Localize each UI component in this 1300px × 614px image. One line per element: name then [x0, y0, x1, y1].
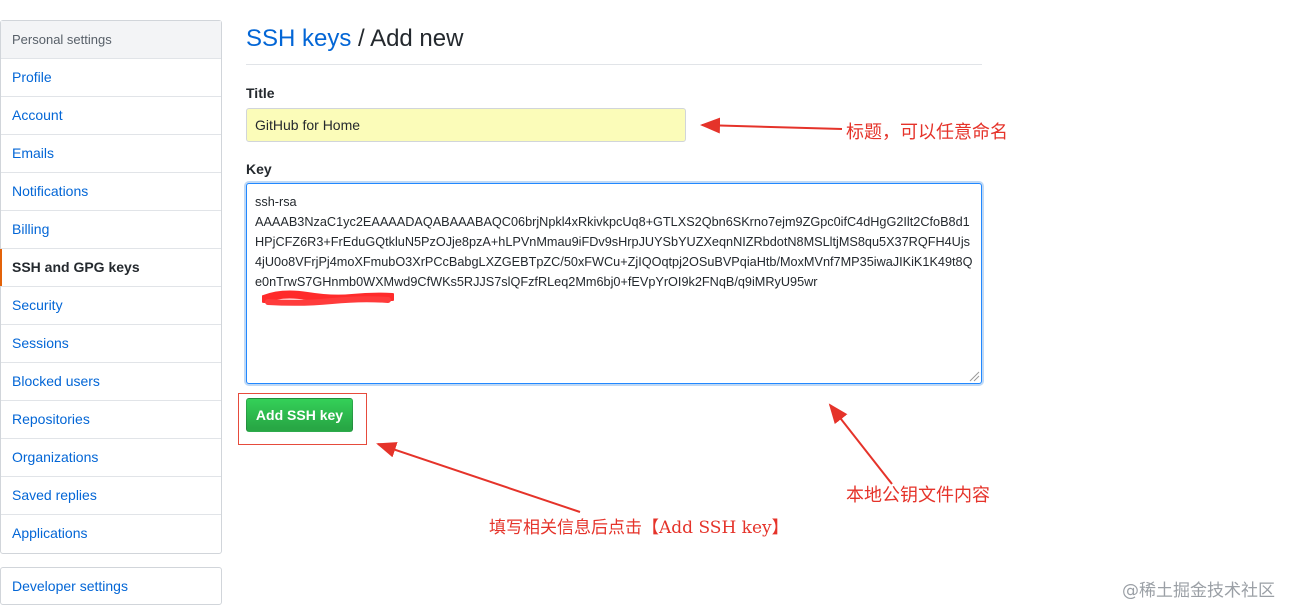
title-input[interactable]	[246, 108, 686, 142]
sidebar-header: Personal settings	[1, 21, 221, 59]
annotation-click-note: 填写相关信息后点击【Add SSH key】	[489, 518, 789, 538]
sidebar-item-account[interactable]: Account	[1, 97, 221, 135]
key-textarea[interactable]: ssh-rsa AAAAB3NzaC1yc2EAAAADAQABAAABAQC0…	[246, 183, 982, 384]
sidebar-item-notifications[interactable]: Notifications	[1, 173, 221, 211]
sidebar-item-developer-settings[interactable]: Developer settings	[1, 568, 221, 604]
sidebar-item-ssh-gpg-keys[interactable]: SSH and GPG keys	[0, 249, 221, 287]
title-divider	[246, 64, 982, 65]
annotation-key-note: 本地公钥文件内容	[846, 485, 990, 506]
sidebar-item-profile[interactable]: Profile	[1, 59, 221, 97]
resize-grip-icon[interactable]	[968, 370, 980, 382]
watermark: @稀土掘金技术社区	[1122, 581, 1275, 601]
title-arrow	[700, 117, 843, 134]
developer-settings-box: Developer settings	[0, 567, 222, 605]
settings-sidebar: Personal settings Profile Account Emails…	[0, 20, 222, 554]
sidebar-item-organizations[interactable]: Organizations	[1, 439, 221, 477]
sidebar-item-blocked-users[interactable]: Blocked users	[1, 363, 221, 401]
sidebar-item-billing[interactable]: Billing	[1, 211, 221, 249]
sidebar-item-sessions[interactable]: Sessions	[1, 325, 221, 363]
breadcrumb-separator: /	[351, 25, 371, 52]
sidebar-item-security[interactable]: Security	[1, 287, 221, 325]
page-title: SSH keys / Add new	[246, 25, 463, 53]
key-label: Key	[246, 161, 272, 177]
key-body-text: AAAAB3NzaC1yc2EAAAADAQABAAABAQC06brjNpkl…	[255, 215, 973, 289]
breadcrumb-current: Add new	[370, 25, 464, 52]
add-ssh-key-button[interactable]: Add SSH key	[246, 398, 353, 432]
redaction-scribble	[262, 290, 394, 306]
annotation-title-note: 标题，可以任意命名	[846, 122, 1008, 143]
title-label: Title	[246, 85, 275, 101]
sidebar-item-saved-replies[interactable]: Saved replies	[1, 477, 221, 515]
key-arrow	[828, 403, 893, 485]
sidebar-item-applications[interactable]: Applications	[1, 515, 221, 553]
key-prefix-text: ssh-rsa	[255, 195, 297, 209]
breadcrumb-ssh-keys-link[interactable]: SSH keys	[246, 25, 351, 52]
sidebar-item-emails[interactable]: Emails	[1, 135, 221, 173]
sidebar-item-repositories[interactable]: Repositories	[1, 401, 221, 439]
button-arrow	[376, 442, 581, 513]
